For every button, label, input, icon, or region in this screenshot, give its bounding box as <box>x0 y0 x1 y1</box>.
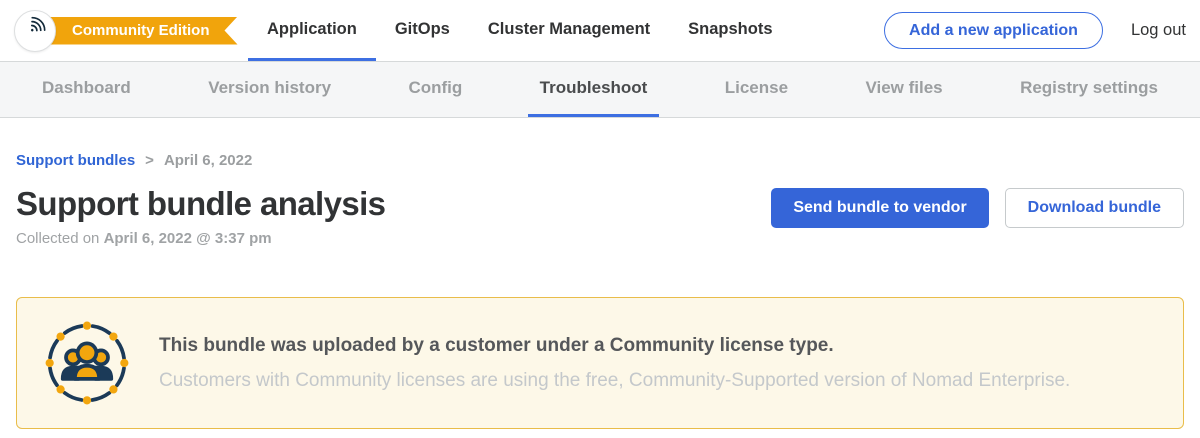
subnav-item-dashboard[interactable]: Dashboard <box>30 62 143 117</box>
primary-nav: Application GitOps Cluster Management Sn… <box>248 0 792 61</box>
subnav-item-view-files[interactable]: View files <box>853 62 954 117</box>
banner-subtitle: Customers with Community licenses are us… <box>159 370 1070 392</box>
app-logo <box>14 10 56 52</box>
collected-prefix: Collected on <box>16 230 104 247</box>
logout-link[interactable]: Log out <box>1131 21 1186 40</box>
subnav-item-config[interactable]: Config <box>396 62 474 117</box>
replicated-waves-icon <box>22 15 48 46</box>
tab-gitops[interactable]: GitOps <box>376 0 469 61</box>
tab-cluster-management[interactable]: Cluster Management <box>469 0 669 61</box>
tab-application[interactable]: Application <box>248 0 376 61</box>
title-row: Support bundle analysis Collected on Apr… <box>16 185 1184 247</box>
add-new-application-button[interactable]: Add a new application <box>884 12 1103 49</box>
community-edition-badge: Community Edition <box>50 17 238 45</box>
breadcrumb-support-bundles-link[interactable]: Support bundles <box>16 152 135 169</box>
breadcrumb: Support bundles > April 6, 2022 <box>16 152 1184 169</box>
brand-area: Community Edition <box>0 0 248 61</box>
collected-timestamp: Collected on April 6, 2022 @ 3:37 pm <box>16 230 385 247</box>
title-block: Support bundle analysis Collected on Apr… <box>16 185 385 247</box>
top-header: Community Edition Application GitOps Clu… <box>0 0 1200 62</box>
tab-snapshots[interactable]: Snapshots <box>669 0 791 61</box>
breadcrumb-separator: > <box>145 152 154 169</box>
subnav-item-registry-settings[interactable]: Registry settings <box>1008 62 1170 117</box>
page-title: Support bundle analysis <box>16 185 385 223</box>
community-people-icon <box>45 321 129 405</box>
download-bundle-button[interactable]: Download bundle <box>1005 188 1184 228</box>
send-bundle-to-vendor-button[interactable]: Send bundle to vendor <box>771 188 988 228</box>
banner-title: This bundle was uploaded by a customer u… <box>159 335 1070 357</box>
community-license-banner: This bundle was uploaded by a customer u… <box>16 297 1184 429</box>
collected-date: April 6, 2022 @ 3:37 pm <box>104 230 272 247</box>
subnav-item-troubleshoot[interactable]: Troubleshoot <box>528 62 660 117</box>
app-subnav: Dashboard Version history Config Trouble… <box>0 62 1200 118</box>
subnav-item-version-history[interactable]: Version history <box>196 62 343 117</box>
subnav-item-license[interactable]: License <box>713 62 800 117</box>
banner-text-block: This bundle was uploaded by a customer u… <box>159 335 1070 392</box>
header-actions: Add a new application Log out <box>884 0 1186 61</box>
bundle-actions: Send bundle to vendor Download bundle <box>771 188 1184 228</box>
main-content: Support bundles > April 6, 2022 Support … <box>0 152 1200 429</box>
breadcrumb-current-date: April 6, 2022 <box>164 152 252 169</box>
